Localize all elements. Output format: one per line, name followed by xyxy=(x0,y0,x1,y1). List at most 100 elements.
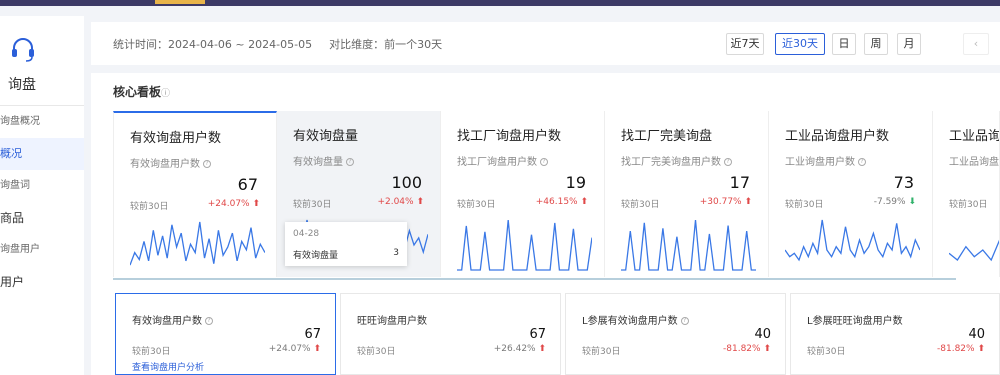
metric-card[interactable]: 有效询盘量 有效询盘量? 100 较前30日 +2.04% ⬆ 04-28 有效询盘量 3 xyxy=(277,111,441,277)
sub-metric-value: 40 xyxy=(754,327,771,342)
sparkline-chart xyxy=(948,216,999,272)
period-button[interactable]: 周 xyxy=(864,33,888,55)
tooltip-value: 3 xyxy=(393,248,399,258)
help-icon[interactable]: ? xyxy=(680,317,689,325)
sub-metric-change: -81.82% ⬆ xyxy=(937,344,985,354)
sub-metric-card[interactable]: L参展旺旺询盘用户数 40 较前30日 -81.82% ⬆ xyxy=(790,293,1000,375)
help-icon[interactable]: ? xyxy=(858,158,866,166)
metric-card-subtitle: 工业询盘用户数? xyxy=(785,153,866,168)
sub-metric-change: -81.82% ⬆ xyxy=(723,344,771,354)
metric-card-title: 工业品询盘用户数 xyxy=(785,129,890,144)
sub-metric-title: L参展旺旺询盘用户数 xyxy=(807,312,903,327)
prev-arrow-button[interactable]: ‹ xyxy=(963,33,989,55)
arrow-up-icon: ⬆ xyxy=(310,344,321,354)
headset-icon xyxy=(8,34,38,64)
sub-metric-change: +26.42% ⬆ xyxy=(494,344,546,354)
metric-card-change: +46.15% ⬆ xyxy=(536,197,588,207)
metric-card-subtitle-text: 有效询盘用户数 xyxy=(130,159,200,170)
board-title-text: 核心看板 xyxy=(113,85,162,99)
metric-card-compare-label: 较前30日 xyxy=(621,200,660,210)
sub-metric-compare-label: 较前30日 xyxy=(132,347,171,357)
tooltip-series-name: 有效询盘量 xyxy=(293,251,339,261)
help-icon[interactable]: ⓘ xyxy=(161,89,170,99)
scrollbar-thumb[interactable] xyxy=(113,278,956,280)
sparkline-path xyxy=(457,219,593,271)
sidebar-item[interactable]: 询盘用户 xyxy=(0,234,84,266)
sub-metric-title-text: 有效询盘用户数 xyxy=(132,316,202,327)
board-title: 核心看板ⓘ xyxy=(113,83,170,100)
sidebar-header: 询盘 xyxy=(0,16,84,106)
change-percent: +2.04% xyxy=(377,197,414,207)
sub-metric-value: 67 xyxy=(304,327,321,342)
metric-card-value: 67 xyxy=(237,175,258,194)
period-button[interactable]: 近7天 xyxy=(726,33,764,55)
metric-card[interactable]: 找工厂询盘用户数 找工厂询盘用户数? 19 较前30日 +46.15% ⬆ xyxy=(441,111,605,277)
tooltip-date: 04-28 xyxy=(293,229,320,239)
stat-period-label: 统计时间：2024-04-06 ~ 2024-05-05 对比维度：前一个30天 xyxy=(113,36,442,52)
help-icon[interactable]: ? xyxy=(540,158,548,166)
stat-time-text: 统计时间：2024-04-06 ~ 2024-05-05 xyxy=(113,38,313,51)
metric-card-subtitle-text: 找工厂完美询盘用户数 xyxy=(621,157,721,168)
sidebar-item[interactable]: 商品 xyxy=(0,202,84,234)
change-percent: -7.59% xyxy=(873,197,906,207)
help-icon[interactable]: ? xyxy=(205,317,213,325)
metric-card-compare-label: 较前30日 xyxy=(130,202,169,212)
sidebar-item[interactable]: 询盘词 xyxy=(0,170,84,202)
sidebar-item[interactable]: 询盘概况 xyxy=(0,106,84,138)
period-button[interactable]: 日 xyxy=(832,33,856,55)
metric-card-title: 找工厂完美询盘 xyxy=(621,129,713,144)
sparkline-chart xyxy=(129,218,266,274)
arrow-up-icon: ⬆ xyxy=(249,199,260,209)
filter-bar: 统计时间：2024-04-06 ~ 2024-05-05 对比维度：前一个30天… xyxy=(91,22,1000,65)
metric-card[interactable]: 找工厂完美询盘找工厂完美询盘用户数? 17 较前30日 +30.77% ⬆ xyxy=(605,111,769,277)
metric-card-change: +2.04% ⬆ xyxy=(377,197,424,207)
metric-card-subtitle-text: 工业询盘用户数 xyxy=(785,157,855,168)
change-percent: +24.07% xyxy=(207,199,250,209)
metric-card-subtitle: 有效询盘用户数? xyxy=(130,155,211,170)
metric-card-change: -7.59% ⬇ xyxy=(874,197,916,207)
metric-card-subtitle: 找工厂完美询盘用户数? xyxy=(621,153,732,168)
sidebar-item[interactable]: 概况 xyxy=(0,138,84,170)
metric-card-subtitle: 找工厂询盘用户数? xyxy=(457,153,548,168)
period-button[interactable]: 月 xyxy=(897,33,921,55)
metric-card[interactable]: 有效询盘用户数 有效询盘用户数? 67 较前30日 +24.07% ⬆ xyxy=(113,111,277,277)
sub-metric-value: 40 xyxy=(968,327,985,342)
metric-card[interactable]: 工业品询盘工业品询盘? 较前30日 xyxy=(933,111,1000,277)
chevron-left-icon: ‹ xyxy=(973,37,979,50)
sub-metric-card[interactable]: L参展有效询盘用户数? 40 较前30日 -81.82% ⬆ xyxy=(565,293,786,375)
arrow-up-icon: ⬆ xyxy=(577,197,588,207)
sub-metric-compare-label: 较前30日 xyxy=(357,347,396,357)
sub-metric-compare-label: 较前30日 xyxy=(582,347,621,357)
sub-metric-title-text: 旺旺询盘用户数 xyxy=(357,316,427,327)
metric-card-change: +30.77% ⬆ xyxy=(700,197,752,207)
metric-card[interactable]: 工业品询盘用户数 工业询盘用户数? 73 较前30日 -7.59% ⬇ xyxy=(769,111,933,277)
sub-metric-card[interactable]: 旺旺询盘用户数 67 较前30日 +26.42% ⬆ xyxy=(340,293,561,375)
sub-metric-compare-label: 较前30日 xyxy=(807,347,846,357)
change-percent: +26.42% xyxy=(493,344,536,354)
sparkline-path xyxy=(784,219,921,262)
metric-card-title: 有效询盘量 xyxy=(293,129,359,144)
metric-card-subtitle-text: 工业品询盘 xyxy=(949,157,999,168)
metric-card-value: 19 xyxy=(565,173,586,192)
core-board: 核心看板ⓘ 有效询盘用户数 有效询盘用户数? 67 较前30日 +24.07% ⬆ 有效询… xyxy=(91,73,1000,375)
sub-metric-card[interactable]: 有效询盘用户数? 67 较前30日 +24.07% ⬆ 查看询盘用户分析 xyxy=(115,293,336,375)
sparkline-path xyxy=(129,221,266,266)
help-icon[interactable]: ? xyxy=(724,158,732,166)
sub-metric-title-text: L参展旺旺询盘用户数 xyxy=(807,316,903,327)
metric-card-compare-label: 较前30日 xyxy=(949,200,988,210)
period-button[interactable]: 近30天 xyxy=(775,33,825,55)
arrow-up-icon: ⬆ xyxy=(535,344,546,354)
help-icon[interactable]: ? xyxy=(346,158,354,166)
arrow-up-icon: ⬆ xyxy=(413,197,424,207)
sub-metric-title: 旺旺询盘用户数 xyxy=(357,312,427,327)
sidebar-item[interactable]: 用户 xyxy=(0,266,84,298)
cards-scrollbar[interactable] xyxy=(113,278,956,280)
metric-card-value: 17 xyxy=(729,173,750,192)
sub-metric-value: 67 xyxy=(529,327,546,342)
change-percent: +30.77% xyxy=(699,197,742,207)
help-icon[interactable]: ? xyxy=(203,160,211,168)
view-inquiry-user-analysis-link[interactable]: 查看询盘用户分析 xyxy=(132,360,204,373)
metric-card-compare-label: 较前30日 xyxy=(785,200,824,210)
metric-card-title: 工业品询盘 xyxy=(949,129,1000,144)
metric-card-subtitle-text: 找工厂询盘用户数 xyxy=(457,157,537,168)
